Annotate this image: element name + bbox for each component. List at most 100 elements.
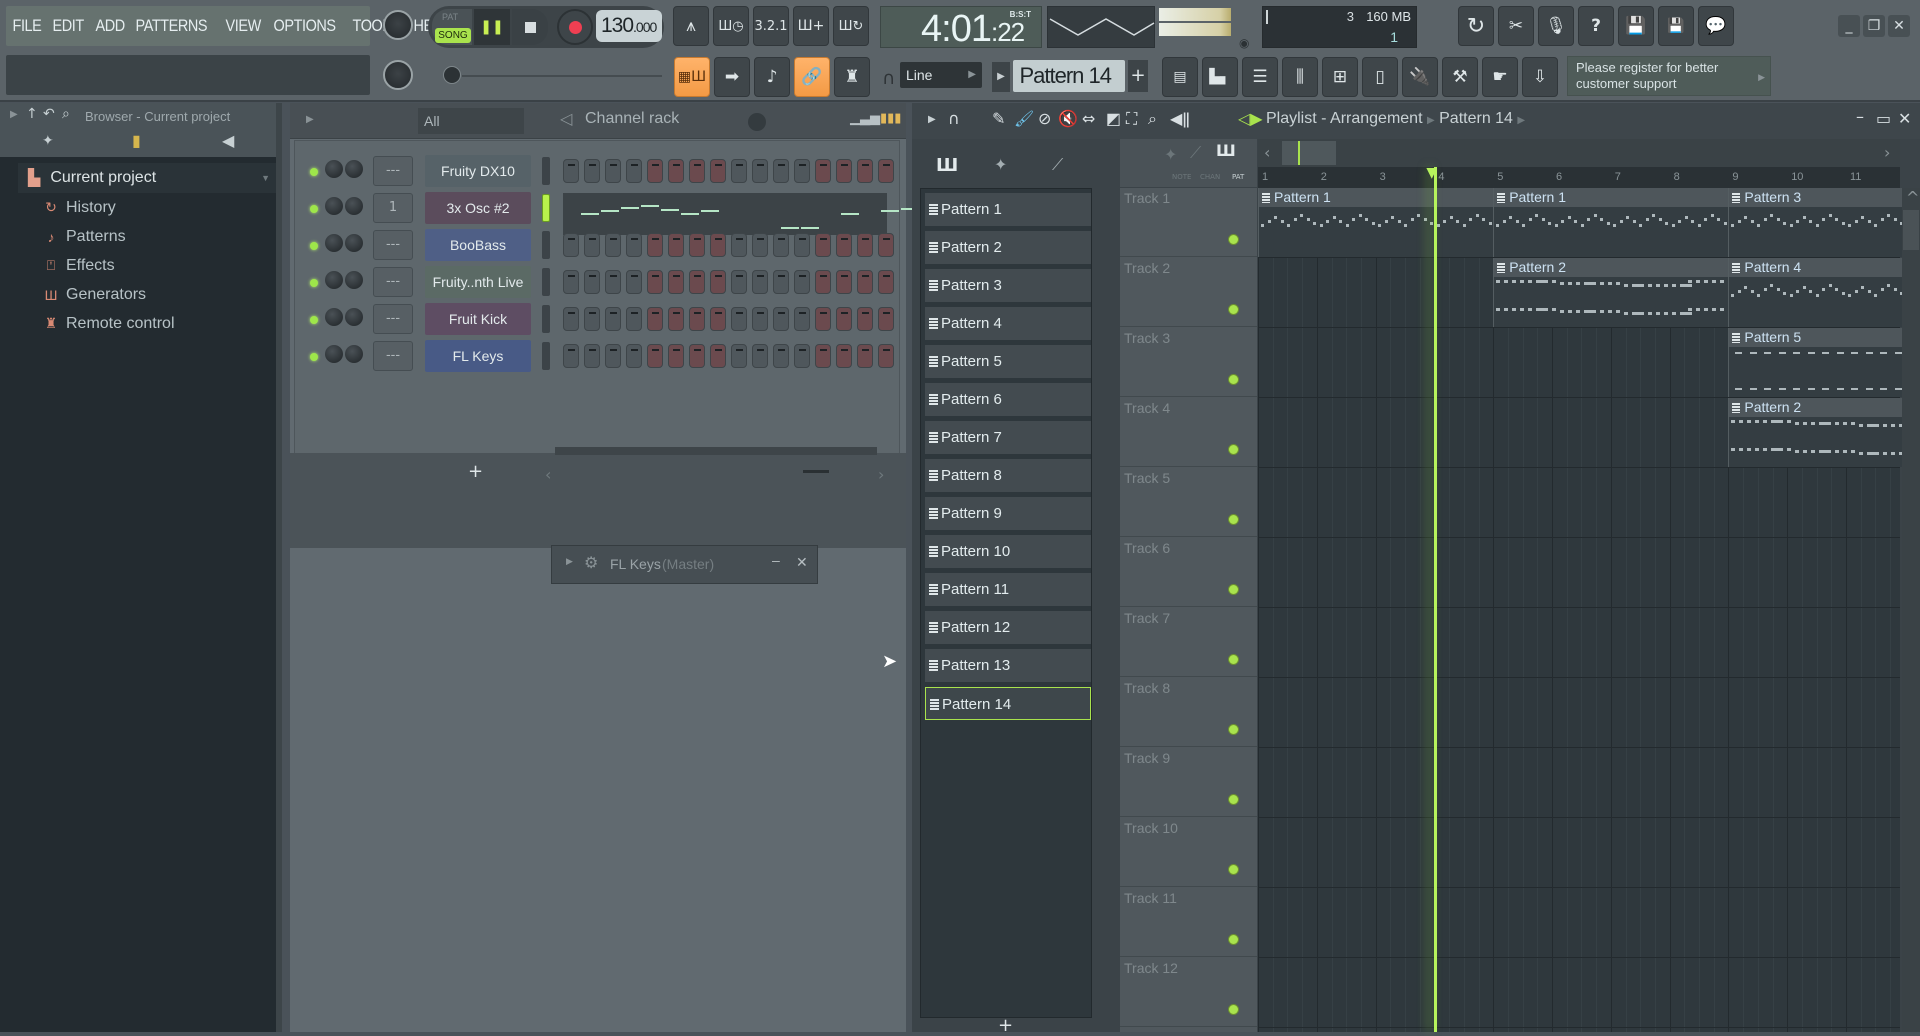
step-button[interactable]: [710, 344, 726, 368]
channel-name-button[interactable]: Fruity..nth Live: [425, 266, 531, 298]
step-button[interactable]: [836, 233, 852, 257]
mute-icon[interactable]: 🔇: [1058, 109, 1078, 128]
step-button[interactable]: [836, 307, 852, 331]
step-button[interactable]: [710, 159, 726, 183]
slice-icon[interactable]: ◩: [1106, 109, 1121, 128]
step-button[interactable]: [689, 344, 705, 368]
step-button[interactable]: [668, 159, 684, 183]
step-button[interactable]: [857, 307, 873, 331]
waveform-icon[interactable]: ✦: [42, 133, 54, 149]
track-header[interactable]: Track 5: [1120, 468, 1257, 537]
track-enable-led[interactable]: [1228, 724, 1239, 735]
pattern-list-item[interactable]: Pattern 12: [925, 611, 1091, 644]
step-button[interactable]: [689, 159, 705, 183]
pattern-list-item[interactable]: Pattern 4: [925, 307, 1091, 340]
speaker-plug-icon[interactable]: ◀: [222, 131, 234, 150]
restore-button[interactable]: ❐: [1863, 15, 1885, 37]
menu-add[interactable]: ADD: [93, 16, 127, 36]
magnet-icon[interactable]: ∩: [948, 109, 960, 128]
pattern-picker-tab-icon[interactable]: Ш: [936, 155, 958, 176]
tempo-display[interactable]: 130.000: [596, 10, 662, 42]
menu-options[interactable]: OPTIONS: [271, 16, 338, 36]
remote-control-button[interactable]: ♜: [834, 57, 870, 97]
track-enable-led[interactable]: [1228, 514, 1239, 525]
link-button[interactable]: 🔗: [794, 57, 830, 97]
track-enable-led[interactable]: [1228, 584, 1239, 595]
track-header[interactable]: Track 4: [1120, 398, 1257, 467]
channel-mute-led[interactable]: [310, 205, 318, 213]
step-button[interactable]: [731, 307, 747, 331]
channel-pan-knob[interactable]: [345, 234, 363, 252]
record-audio-button[interactable]: 🎙: [1538, 6, 1574, 46]
playlist-clip[interactable]: Pattern 1: [1258, 188, 1494, 257]
waveform-icon[interactable]: ✦: [1164, 145, 1177, 164]
track-header[interactable]: Track 9: [1120, 748, 1257, 817]
channel-mixer-route[interactable]: ---: [373, 341, 413, 371]
gear-icon[interactable]: ⚙: [584, 553, 598, 573]
playlist-clip[interactable]: Pattern 4: [1728, 258, 1905, 327]
tree-root-current-project[interactable]: ▙ Current project ▼: [18, 163, 276, 193]
playback-icon[interactable]: ◀ǁ: [1170, 109, 1190, 128]
channel-pan-knob[interactable]: [345, 271, 363, 289]
channel-mute-led[interactable]: [310, 353, 318, 361]
track-header[interactable]: Track 10: [1120, 818, 1257, 887]
next-button[interactable]: ➡: [714, 57, 750, 97]
main-pitch-knob[interactable]: [443, 66, 461, 84]
playlist-clip[interactable]: Pattern 1: [1493, 188, 1729, 257]
channel-select-indicator[interactable]: [542, 194, 550, 222]
channel-mute-led[interactable]: [310, 242, 318, 250]
playlist-breadcrumb[interactable]: Pattern 14: [1439, 110, 1513, 127]
step-button[interactable]: [878, 307, 894, 331]
expand-arrow-icon[interactable]: ▶: [306, 114, 314, 125]
step-button[interactable]: [878, 344, 894, 368]
pat-song-toggle[interactable]: PAT SONG: [432, 9, 472, 45]
maximize-icon[interactable]: ▭: [1876, 109, 1891, 128]
countdown-button[interactable]: 3.2.1: [753, 6, 789, 46]
minimize-icon[interactable]: –: [1856, 107, 1864, 126]
piano-keys-icon[interactable]: Ш: [1216, 141, 1236, 160]
step-button[interactable]: [752, 233, 768, 257]
step-button[interactable]: [584, 270, 600, 294]
chat-button[interactable]: 💬: [1698, 6, 1734, 46]
record-button[interactable]: [557, 9, 593, 45]
touch-controller-button[interactable]: ☛: [1482, 57, 1518, 97]
step-button[interactable]: [647, 159, 663, 183]
channel-mute-led[interactable]: [310, 316, 318, 324]
step-button[interactable]: [836, 159, 852, 183]
step-button[interactable]: [773, 159, 789, 183]
step-button[interactable]: [563, 159, 579, 183]
step-view-icon[interactable]: ▮▮▮: [880, 111, 901, 126]
magnet-icon[interactable]: ∩: [882, 68, 895, 89]
channel-filter-select[interactable]: All: [418, 108, 524, 134]
playlist-button[interactable]: ▤: [1162, 57, 1198, 97]
step-button[interactable]: [815, 159, 831, 183]
step-button[interactable]: [815, 344, 831, 368]
step-button[interactable]: [647, 344, 663, 368]
pattern-list-item[interactable]: Pattern 10: [925, 535, 1091, 568]
pattern-list-item[interactable]: Pattern 6: [925, 383, 1091, 416]
add-pattern-button[interactable]: +: [998, 1015, 1013, 1036]
track-header[interactable]: Track 3: [1120, 328, 1257, 397]
step-button[interactable]: [815, 307, 831, 331]
step-button[interactable]: [773, 233, 789, 257]
channel-volume-knob[interactable]: [325, 197, 343, 215]
step-button[interactable]: [584, 233, 600, 257]
playhead[interactable]: [1434, 167, 1438, 1032]
channel-name-button[interactable]: Fruit Kick: [425, 303, 531, 335]
step-button[interactable]: [668, 270, 684, 294]
step-button[interactable]: [689, 307, 705, 331]
chevron-left-icon[interactable]: ‹: [545, 465, 551, 484]
channel-select-indicator[interactable]: [542, 342, 550, 370]
channel-select-indicator[interactable]: [542, 157, 550, 185]
undo-history-button[interactable]: ↻: [1458, 6, 1494, 46]
plugin-picker-button[interactable]: ⚒: [1442, 57, 1478, 97]
channel-mixer-route[interactable]: ---: [373, 304, 413, 334]
step-button[interactable]: [815, 270, 831, 294]
step-button[interactable]: [794, 233, 810, 257]
tab-chan[interactable]: CHAN: [1200, 173, 1220, 181]
step-button[interactable]: [794, 159, 810, 183]
swing-knob[interactable]: [748, 113, 766, 131]
loop-record-button[interactable]: Ш↻: [833, 6, 869, 46]
menu-edit[interactable]: EDIT: [50, 16, 86, 36]
tree-item-history[interactable]: ↻ History: [18, 193, 276, 222]
